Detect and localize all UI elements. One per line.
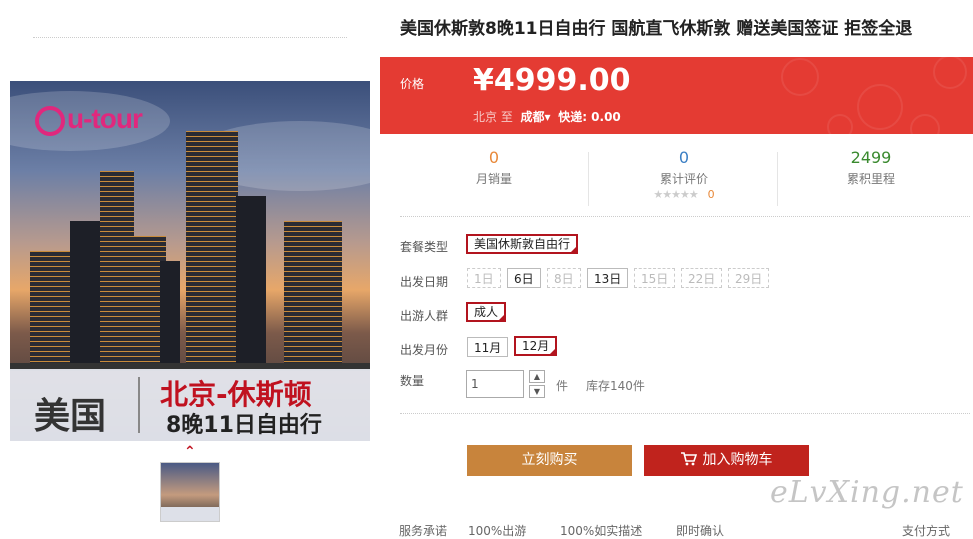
shipping-route: 北京 至 成都▾ 快递: 0.00 [473, 108, 621, 125]
price-panel-pattern [781, 57, 967, 134]
gallery-top-divider [33, 37, 347, 38]
stats-divider [400, 216, 970, 217]
gallery-prev-icon[interactable]: ⌃ [184, 444, 196, 460]
logo-ring-icon [35, 105, 65, 136]
service-item: 100%出游 [468, 524, 527, 538]
building [236, 196, 266, 371]
date-option[interactable]: 8日 [547, 268, 581, 288]
traveler-label: 出游人群 [400, 309, 449, 323]
shipping-fee: 快递: 0.00 [558, 110, 621, 124]
building [160, 261, 180, 371]
destination-select[interactable]: 成都▾ [521, 110, 551, 124]
quantity-decrease-button[interactable]: ▼ [529, 385, 545, 398]
stat-reviews[interactable]: 0 累计评价 ★★★★★ 0 [638, 148, 730, 201]
price-label: 价格 [400, 77, 425, 91]
utour-logo: u-tour [35, 103, 143, 136]
date-option[interactable]: 22日 [681, 268, 723, 288]
service-item: 即时确认 [676, 524, 725, 538]
building [284, 221, 342, 371]
stat-divider [777, 152, 778, 206]
thumbnail-banner [161, 507, 219, 521]
stats-bar: 0 月销量 0 累计评价 ★★★★★ 0 2499 累积里程 [380, 148, 973, 208]
quantity-label: 数量 [400, 374, 425, 388]
review-stars: ★★★★★ 0 [638, 187, 730, 201]
product-main-image[interactable]: u-tour 美国 北京-休斯顿 8晚11日自由行 [10, 81, 370, 441]
month-label: 出发月份 [400, 343, 449, 357]
star-icons: ★★★★★ [653, 188, 698, 201]
review-score: 0 [707, 188, 715, 201]
monthly-sales-label: 月销量 [475, 172, 512, 186]
mileage-label: 累积里程 [846, 172, 895, 186]
service-item: 100%如实描述 [560, 524, 643, 538]
options-divider [400, 413, 970, 414]
date-option[interactable]: 15日 [634, 268, 676, 288]
product-title: 美国休斯敦8晚11日自由行 国航直飞休斯敦 赠送美国签证 拒签全退 [400, 19, 913, 39]
month-option[interactable]: 11月 [467, 337, 509, 357]
date-label: 出发日期 [400, 275, 449, 289]
site-watermark: eLvXing.net [770, 475, 964, 510]
quantity-increase-button[interactable]: ▲ [529, 370, 545, 383]
banner-separator [138, 377, 140, 433]
package-option[interactable]: 美国休斯敦自由行 [466, 234, 579, 254]
stat-mileage: 2499 累积里程 [836, 148, 906, 187]
add-to-cart-button[interactable]: 加入购物车 [644, 445, 809, 476]
route-to-word: 至 [500, 110, 513, 124]
stock-count: 库存140件 [586, 379, 645, 393]
gallery-thumbnail[interactable] [160, 462, 220, 522]
date-option[interactable]: 6日 [507, 268, 541, 288]
price-panel: 价格 ¥4999.00 北京 至 成都▾ 快递: 0.00 [380, 57, 973, 134]
traveler-option[interactable]: 成人 [466, 302, 507, 322]
service-label: 服务承诺 [399, 524, 448, 538]
route-origin: 北京 [473, 110, 498, 124]
banner-country: 美国 [34, 396, 107, 437]
building [30, 251, 70, 371]
building [186, 131, 238, 371]
package-label: 套餐类型 [400, 240, 449, 254]
reviews-value: 0 [678, 148, 690, 167]
quantity-input[interactable]: 1 [466, 370, 524, 398]
payment-label: 支付方式 [902, 524, 951, 538]
stat-divider [588, 152, 589, 206]
buy-now-button[interactable]: 立刻购买 [467, 445, 632, 476]
stat-monthly-sales: 0 月销量 [460, 148, 528, 187]
monthly-sales-value: 0 [488, 148, 500, 167]
date-option[interactable]: 13日 [587, 268, 629, 288]
chevron-down-icon: ▾ [544, 110, 551, 124]
date-option[interactable]: 29日 [728, 268, 770, 288]
date-option[interactable]: 1日 [467, 268, 501, 288]
building [70, 221, 100, 371]
add-to-cart-label: 加入购物车 [702, 452, 773, 468]
mileage-value: 2499 [850, 148, 892, 167]
price-value: ¥4999.00 [473, 63, 631, 98]
reviews-label: 累计评价 [659, 172, 708, 186]
building [100, 171, 134, 371]
cart-icon [680, 452, 697, 466]
quantity-unit: 件 [556, 379, 569, 393]
image-banner: 美国 北京-休斯顿 8晚11日自由行 [10, 369, 370, 441]
month-option[interactable]: 12月 [514, 336, 558, 356]
banner-duration: 8晚11日自由行 [166, 413, 322, 438]
